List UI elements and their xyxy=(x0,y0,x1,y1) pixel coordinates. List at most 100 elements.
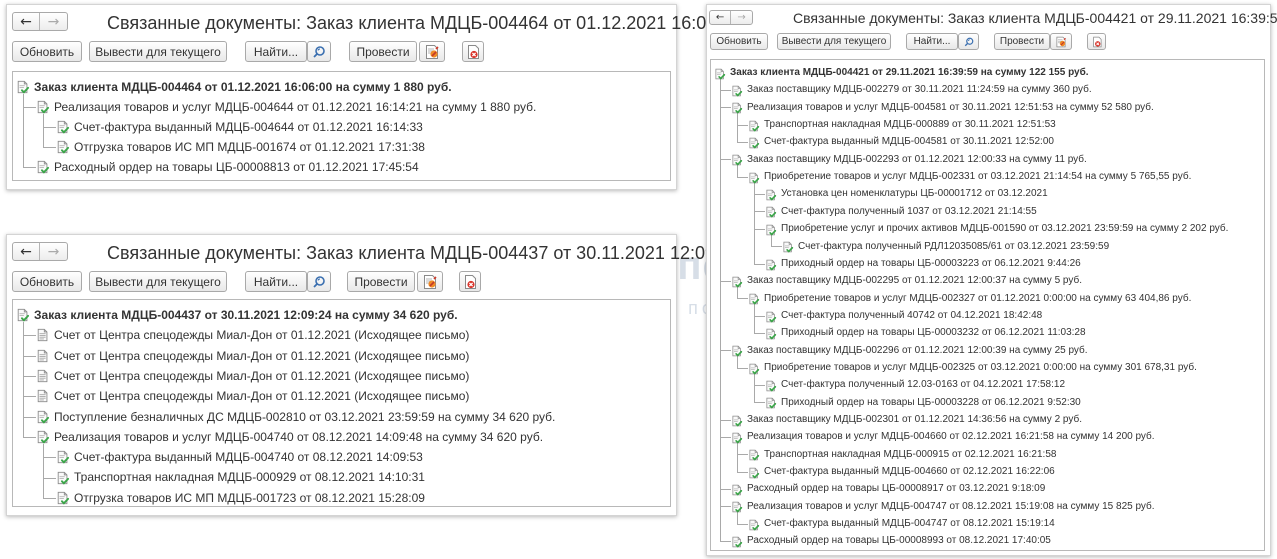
tree-item[interactable]: Счет-фактура выданный МДЦБ-004581 от 30.… xyxy=(711,133,1264,150)
tree-item-label: Счет от Центра спецодежды Миал-Дон от 01… xyxy=(54,389,470,404)
tree-item[interactable]: Заказ поставщику МДЦБ-002293 от 01.12.20… xyxy=(711,151,1264,168)
posted-document-icon xyxy=(56,471,70,485)
delete-button[interactable] xyxy=(459,271,481,292)
tree-item[interactable]: Приобретение услуг и прочих активов МДЦБ… xyxy=(711,220,1264,237)
tree-item-label: Реализация товаров и услуг МДЦБ-004581 о… xyxy=(747,101,1154,113)
tree-item-label: Реализация товаров и услуг МДЦБ-004660 о… xyxy=(747,431,1155,443)
tree-item[interactable]: Счет-фактура полученный 1037 от 03.12.20… xyxy=(711,203,1264,220)
tree-item[interactable]: Приобретение товаров и услуг МДЦБ-002325… xyxy=(711,359,1264,376)
posting-report-button[interactable] xyxy=(419,41,445,62)
output-for-current-button[interactable]: Вывести для текущего xyxy=(777,33,891,50)
tree-item-label: Счет-фактура выданный МДЦБ-004747 от 08.… xyxy=(764,518,1055,530)
tree-root-item[interactable]: Заказ клиента МДЦБ-004437 от 30.11.2021 … xyxy=(13,305,670,325)
post-button[interactable]: Провести xyxy=(349,41,417,62)
posted-document-icon xyxy=(765,327,777,340)
tree-item[interactable]: Отгрузка товаров ИС МП МДЦБ-001723 от 08… xyxy=(13,488,670,506)
posted-document-icon xyxy=(714,67,726,80)
delete-icon xyxy=(1091,36,1103,48)
tree-item[interactable]: Счет-фактура выданный МДЦБ-004747 от 08.… xyxy=(711,515,1264,532)
forward-button[interactable]: → xyxy=(40,243,67,260)
back-button[interactable]: ← xyxy=(13,13,41,30)
output-for-current-button[interactable]: Вывести для текущего xyxy=(89,41,227,62)
tree-item[interactable]: Заказ поставщику МДЦБ-002296 от 01.12.20… xyxy=(711,342,1264,359)
tree-item[interactable]: Счет-фактура полученный РДЛ12035085/61 о… xyxy=(711,238,1264,255)
tree-item[interactable]: Счет-фактура полученный 12.03-0163 от 04… xyxy=(711,376,1264,393)
post-button[interactable]: Провести xyxy=(347,271,415,292)
tree-item[interactable]: Расходный ордер на товары ЦБ-00008813 от… xyxy=(13,157,670,177)
tree-item[interactable]: Счет-фактура выданный МДЦБ-004644 от 01.… xyxy=(13,117,670,137)
tree-item[interactable]: Заказ поставщику МДЦБ-002295 от 01.12.20… xyxy=(711,272,1264,289)
tree-item[interactable]: Транспортная накладная МДЦБ-000889 от 30… xyxy=(711,116,1264,133)
tree-item[interactable]: Реализация товаров и услуг МДЦБ-004660 о… xyxy=(711,428,1264,445)
tree-item[interactable]: Реализация товаров и услуг МДЦБ-004644 о… xyxy=(13,97,670,117)
tree-item-label: Отгрузка товаров ИС МП МДЦБ-001723 от 08… xyxy=(74,490,425,505)
forward-button[interactable]: → xyxy=(731,11,752,24)
tree-item[interactable]: Транспортная накладная МДЦБ-000929 от 08… xyxy=(13,467,670,487)
tree-item-label: Транспортная накладная МДЦБ-000915 от 02… xyxy=(764,448,1057,460)
tree-item[interactable]: Расходный ордер на товары ЦБ-00008917 от… xyxy=(711,480,1264,497)
refresh-button[interactable]: Обновить xyxy=(710,33,768,50)
tree-root-item[interactable]: Заказ клиента МДЦБ-004421 от 29.11.2021 … xyxy=(711,64,1264,81)
tree-item[interactable]: Заказ поставщику МДЦБ-002301 от 01.12.20… xyxy=(711,411,1264,428)
document-icon xyxy=(36,369,50,383)
find-history-button[interactable] xyxy=(307,271,331,292)
delete-icon xyxy=(465,44,481,60)
find-button[interactable]: Найти... xyxy=(245,41,307,62)
related-documents-tree: Заказ клиента МДЦБ-004464 от 01.12.2021 … xyxy=(12,71,671,181)
tree-item[interactable]: Приобретение товаров и услуг МДЦБ-002331… xyxy=(711,168,1264,185)
tree-item[interactable]: Счет-фактура выданный МДЦБ-004740 от 08.… xyxy=(13,447,670,467)
find-button[interactable]: Найти... xyxy=(245,271,307,292)
tree-item[interactable]: Приходный ордер на товары ЦБ-00003228 от… xyxy=(711,394,1264,411)
tree-item[interactable]: Счет от Центра спецодежды Миал-Дон от 01… xyxy=(13,325,670,345)
find-history-button[interactable] xyxy=(307,41,331,62)
tree-root-item[interactable]: Заказ клиента МДЦБ-004464 от 01.12.2021 … xyxy=(13,77,670,97)
posted-document-icon xyxy=(748,466,760,479)
delete-button[interactable] xyxy=(1087,33,1106,50)
posting-report-button[interactable] xyxy=(417,271,443,292)
tree-item[interactable]: Установка цен номенклатуры ЦБ-00001712 о… xyxy=(711,185,1264,202)
tree-item[interactable]: Поступление безналичных ДС МДЦБ-002810 о… xyxy=(13,407,670,427)
back-button[interactable]: ← xyxy=(710,11,732,24)
tree-item[interactable]: Приходный ордер на товары ЦБ-00003223 от… xyxy=(711,255,1264,272)
tree-item[interactable]: Реализация товаров и услуг МДЦБ-004740 о… xyxy=(13,427,670,447)
tree-item-label: Счет-фактура полученный РДЛ12035085/61 о… xyxy=(798,240,1110,252)
tree-item-label: Счет-фактура полученный 40742 от 04.12.2… xyxy=(781,309,1043,321)
tree-item[interactable]: Реализация товаров и услуг МДЦБ-004747 о… xyxy=(711,498,1264,515)
tree-item[interactable]: Реализация товаров и услуг МДЦБ-004581 о… xyxy=(711,99,1264,116)
related-documents-window-1: ← → Связанные документы: Заказ клиента МДЦ… xyxy=(6,4,741,190)
tree-item[interactable]: Счет от Центра спецодежды Миал-Дон от 01… xyxy=(13,386,670,406)
tree-item-label: Счет-фактура выданный МДЦБ-004581 от 30.… xyxy=(764,136,1054,148)
tree-item-label: Заказ поставщику МДЦБ-002279 от 30.11.20… xyxy=(747,84,1092,96)
posted-document-icon xyxy=(731,535,743,548)
tree-item[interactable]: Счет от Центра спецодежды Миал-Дон от 01… xyxy=(13,346,670,366)
output-for-current-button[interactable]: Вывести для текущего xyxy=(89,271,227,292)
tree-item-label: Расходный ордер на товары ЦБ-00008917 от… xyxy=(747,483,1046,495)
tree-item[interactable]: Расходный ордер на товары ЦБ-00008993 от… xyxy=(711,532,1264,549)
tree-item-label: Приобретение товаров и услуг МДЦБ-002327… xyxy=(764,292,1192,304)
tree-item[interactable]: Заказ поставщику МДЦБ-002279 от 30.11.20… xyxy=(711,81,1264,98)
delete-button[interactable] xyxy=(462,41,484,62)
refresh-button[interactable]: Обновить xyxy=(12,271,82,292)
tree-item-label: Приходный ордер на товары ЦБ-00003232 от… xyxy=(781,327,1086,339)
tree-item[interactable]: Счет от Центра спецодежды Миал-Дон от 01… xyxy=(13,366,670,386)
posted-document-icon xyxy=(731,101,743,115)
tree-item[interactable]: Приходный ордер на товары ЦБ-00003232 от… xyxy=(711,324,1264,341)
related-documents-window-3: ← → Связанные документы: Заказ клиента МДЦ… xyxy=(706,4,1277,556)
tree-item[interactable]: Приобретение товаров и услуг МДЦБ-002327… xyxy=(711,290,1264,307)
tree-item[interactable]: Транспортная накладная МДЦБ-000915 от 02… xyxy=(711,446,1264,463)
refresh-button[interactable]: Обновить xyxy=(12,41,82,62)
post-button[interactable]: Провести xyxy=(994,33,1050,50)
history-nav: ← → xyxy=(12,242,68,261)
posting-report-button[interactable] xyxy=(1050,33,1072,50)
forward-button[interactable]: → xyxy=(40,13,67,30)
tree-item-label: Транспортная накладная МДЦБ-000889 от 30… xyxy=(764,119,1056,131)
back-button[interactable]: ← xyxy=(13,243,41,260)
find-button[interactable]: Найти... xyxy=(906,33,958,50)
tree-item[interactable]: Счет-фактура полученный 40742 от 04.12.2… xyxy=(711,307,1264,324)
posted-document-icon xyxy=(765,396,777,409)
tree-item[interactable]: Счет-фактура выданный МДЦБ-004660 от 02.… xyxy=(711,463,1264,480)
related-documents-tree: Заказ клиента МДЦБ-004437 от 30.11.2021 … xyxy=(12,299,671,507)
tree-item[interactable]: Отгрузка товаров ИС МП МДЦБ-001674 от 01… xyxy=(13,137,670,157)
find-history-button[interactable] xyxy=(958,33,979,50)
posted-document-icon xyxy=(36,430,50,444)
